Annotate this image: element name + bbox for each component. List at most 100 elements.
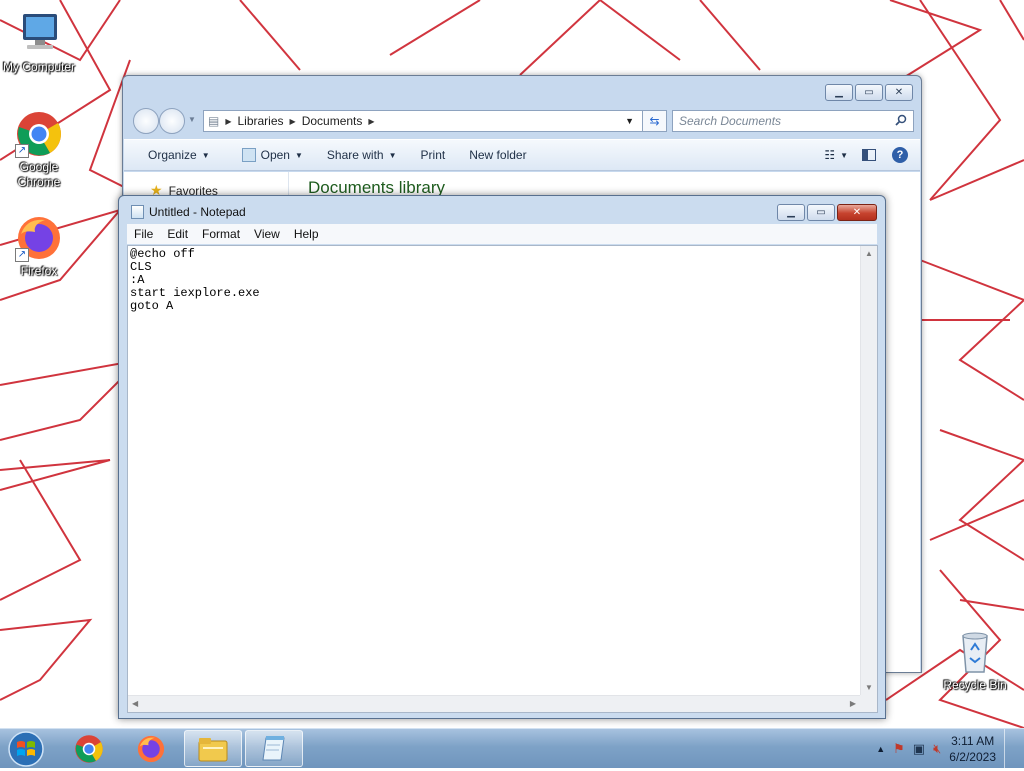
explorer-toolbar: Organize ▼ Open ▼ Share with ▼ Print New… (124, 139, 920, 171)
organize-label: Organize (148, 148, 197, 162)
shortcut-arrow-icon: ↗ (15, 248, 29, 262)
desktop-icon-label: My Computer (2, 60, 76, 74)
desktop-icon-recycle-bin[interactable]: Recycle Bin (938, 628, 1012, 693)
change-view-button[interactable]: ☷ ▼ (818, 148, 854, 162)
notepad-window[interactable]: Untitled - Notepad ▁ ▭ ✕ File Edit Forma… (118, 195, 886, 719)
firefox-icon (137, 735, 165, 762)
chrome-icon: ↗ (15, 110, 63, 158)
maximize-icon: ▭ (816, 207, 826, 218)
address-row: ▼ ▤ ▶ Libraries ▶ Documents ▶ ▼ ⇆ Search… (131, 108, 915, 134)
action-center-icon[interactable]: ⚑ (893, 741, 905, 757)
share-with-label: Share with (326, 148, 384, 162)
organize-button[interactable]: Organize ▼ (124, 148, 222, 162)
chevron-down-icon: ▼ (201, 150, 210, 160)
taskbar-firefox-button[interactable] (122, 730, 180, 767)
recycle-bin-icon (951, 628, 999, 676)
close-icon: ✕ (894, 87, 904, 98)
search-icon[interactable] (895, 114, 907, 129)
desktop-icon-label: Recycle Bin (943, 678, 1007, 692)
preview-pane-button[interactable] (854, 149, 884, 161)
explorer-window-controls: ▁ ▭ ✕ (825, 84, 913, 101)
close-icon: ✕ (852, 207, 862, 218)
minimize-icon: ▁ (835, 87, 843, 98)
maximize-button[interactable]: ▭ (855, 84, 883, 101)
start-button[interactable] (6, 730, 46, 768)
chevron-down-icon: ▼ (388, 150, 397, 160)
desktop-icon-firefox[interactable]: ↗ Firefox (2, 214, 76, 279)
volume-muted-icon[interactable]: 🔇︎ (933, 741, 941, 757)
network-icon[interactable]: ▣ (913, 741, 925, 757)
editor-content[interactable]: @echo off CLS :A start iexplore.exe goto… (130, 248, 260, 313)
notepad-window-controls: ▁ ▭ ✕ (777, 204, 877, 221)
chevron-down-icon: ▼ (840, 150, 848, 160)
taskbar-notepad-button[interactable] (245, 730, 303, 767)
taskbar-chrome-button[interactable] (60, 730, 118, 767)
share-with-button[interactable]: Share with ▼ (315, 148, 409, 162)
scroll-down-icon[interactable]: ▼ (865, 683, 873, 692)
help-icon: ? (892, 147, 908, 163)
menu-help[interactable]: Help (287, 227, 326, 241)
menu-bar: File Edit Format View Help (127, 224, 877, 244)
windows-logo-icon (8, 731, 44, 767)
notepad-small-icon (241, 148, 256, 162)
taskbar: ▲ ⚑ ▣ 🔇︎ 3:11 AM 6/2/2023 (0, 728, 1024, 769)
clock-date: 6/2/2023 (949, 750, 996, 764)
breadcrumb-separator-icon: ▶ (368, 116, 375, 126)
desktop-icon-label: Google Chrome (17, 160, 61, 189)
vertical-scrollbar[interactable]: ▲ ▼ (860, 246, 877, 695)
menu-file[interactable]: File (127, 227, 160, 241)
desktop-icon-google-chrome[interactable]: ↗ Google Chrome (2, 110, 76, 190)
clock-time: 3:11 AM (951, 734, 995, 748)
minimize-button[interactable]: ▁ (825, 84, 853, 101)
system-tray: ▲ ⚑ ▣ 🔇︎ 3:11 AM 6/2/2023 (876, 729, 1014, 769)
document-icon: ▤ (208, 114, 220, 128)
menu-format[interactable]: Format (195, 227, 247, 241)
address-dropdown-icon[interactable]: ▼ (625, 116, 634, 126)
recent-pages-chevron-icon[interactable]: ▼ (188, 115, 196, 124)
menu-view[interactable]: View (247, 227, 287, 241)
text-editor[interactable]: @echo off CLS :A start iexplore.exe goto… (127, 245, 878, 713)
minimize-icon: ▁ (787, 207, 795, 218)
breadcrumb-documents[interactable]: Documents (302, 114, 363, 128)
taskbar-explorer-button[interactable] (184, 730, 242, 767)
preview-pane-icon (862, 149, 876, 161)
open-button[interactable]: Open ▼ (222, 148, 315, 162)
refresh-button[interactable]: ⇆ (642, 111, 666, 131)
new-folder-button[interactable]: New folder (457, 148, 538, 162)
close-button[interactable]: ✕ (885, 84, 913, 101)
desktop-icon-label: Firefox (20, 264, 58, 278)
search-input[interactable]: Search Documents (672, 110, 914, 132)
refresh-icon: ⇆ (649, 114, 660, 128)
notepad-icon (262, 735, 285, 760)
notepad-title-bar: Untitled - Notepad (131, 205, 246, 219)
close-button[interactable]: ✕ (837, 204, 877, 221)
size-grip[interactable] (860, 695, 877, 712)
horizontal-scrollbar[interactable]: ◀ ▶ (128, 695, 860, 712)
clock[interactable]: 3:11 AM 6/2/2023 (949, 733, 996, 765)
chevron-down-icon: ▼ (294, 150, 303, 160)
show-hidden-icons-icon[interactable]: ▲ (876, 744, 885, 754)
maximize-icon: ▭ (864, 87, 874, 98)
menu-edit[interactable]: Edit (160, 227, 195, 241)
shortcut-arrow-icon: ↗ (15, 144, 29, 158)
address-bar[interactable]: ▤ ▶ Libraries ▶ Documents ▶ ▼ ⇆ (203, 110, 667, 132)
scroll-left-icon[interactable]: ◀ (132, 699, 138, 708)
minimize-button[interactable]: ▁ (777, 204, 805, 221)
notepad-icon (131, 205, 144, 219)
show-desktop-button[interactable] (1004, 729, 1014, 769)
scroll-up-icon[interactable]: ▲ (865, 249, 873, 258)
print-button[interactable]: Print (409, 148, 458, 162)
view-list-icon: ☷ (824, 148, 836, 162)
scroll-right-icon[interactable]: ▶ (850, 699, 856, 708)
breadcrumb-separator-icon: ▶ (289, 116, 296, 126)
breadcrumb-libraries[interactable]: Libraries (238, 114, 284, 128)
forward-button[interactable] (159, 108, 185, 134)
window-title: Untitled - Notepad (149, 205, 246, 219)
firefox-icon: ↗ (15, 214, 63, 262)
computer-icon (15, 10, 63, 58)
desktop-icon-my-computer[interactable]: My Computer (2, 10, 76, 75)
maximize-button[interactable]: ▭ (807, 204, 835, 221)
help-button[interactable]: ? (884, 147, 920, 163)
back-button[interactable] (133, 108, 159, 134)
search-placeholder: Search Documents (679, 114, 782, 128)
